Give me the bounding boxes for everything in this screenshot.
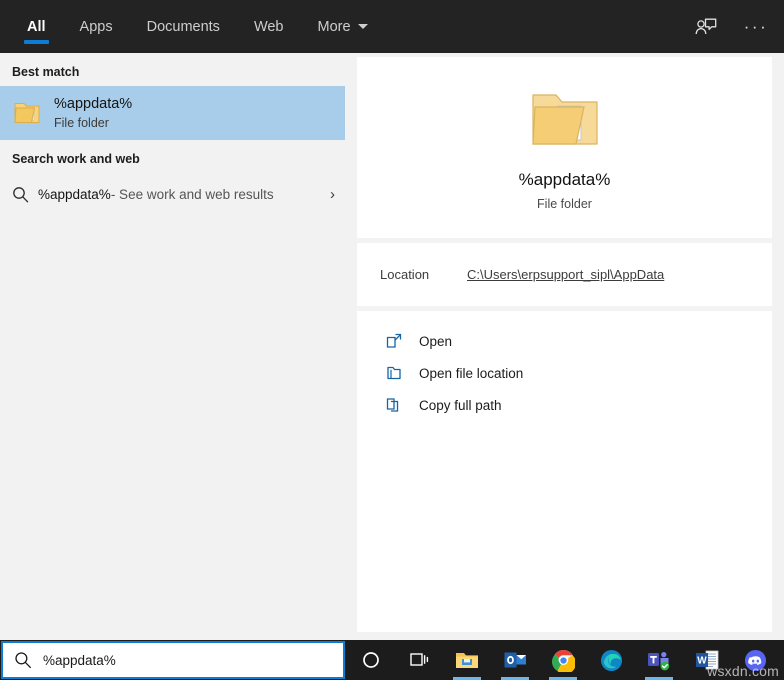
open-folder-icon [528,85,602,156]
discord-icon[interactable] [731,640,779,680]
results-pane: Best match %appdata% File folder Search … [0,53,345,640]
more-options-icon[interactable]: ··· [736,7,776,47]
folder-open-icon [385,364,419,382]
preview-pane: %appdata% File folder Location C:\Users\… [357,57,772,632]
edge-icon[interactable] [587,640,635,680]
tab-apps[interactable]: Apps [63,0,130,53]
action-copy-full-path-label: Copy full path [419,398,502,413]
chevron-down-icon [358,24,368,29]
folder-icon [8,99,48,127]
best-match-title: %appdata% [54,95,132,114]
search-tabbar: All Apps Documents Web More [0,0,784,53]
taskbar-search-box[interactable]: %appdata% [1,641,345,679]
tab-documents-label: Documents [147,19,220,35]
task-view-icon[interactable] [395,640,443,680]
tab-more[interactable]: More [301,0,385,53]
search-icon [3,651,43,669]
location-label: Location [357,267,467,282]
tabbar-actions: ··· [686,0,776,53]
chrome-icon[interactable] [539,640,587,680]
taskbar-icons: W [347,640,784,680]
best-match-header: Best match [0,53,345,86]
tab-documents[interactable]: Documents [130,0,237,53]
action-copy-full-path[interactable]: Copy full path [357,389,772,421]
action-open-label: Open [419,334,452,349]
outlook-icon[interactable] [491,640,539,680]
taskbar: %appdata% [0,640,784,680]
person-feedback-icon[interactable] [686,7,726,47]
best-match-result[interactable]: %appdata% File folder [0,86,345,140]
overflow-dots: ··· [744,24,768,30]
tab-all-label: All [27,19,46,35]
preview-kind: File folder [537,197,592,211]
copy-icon [385,396,419,414]
best-match-subtitle: File folder [54,115,132,132]
tab-all[interactable]: All [10,0,63,53]
preview-title: %appdata% [519,170,611,190]
file-explorer-icon[interactable] [443,640,491,680]
tab-list: All Apps Documents Web More [0,0,385,53]
cortana-icon[interactable] [347,640,395,680]
svg-text:W: W [697,656,707,667]
web-result-row[interactable]: %appdata% - See work and web results › [0,173,345,215]
tab-web-label: Web [254,19,284,35]
search-icon [12,186,38,203]
open-external-icon [385,332,419,350]
action-open-file-location-label: Open file location [419,366,523,381]
action-open-file-location[interactable]: Open file location [357,357,772,389]
tab-web[interactable]: Web [237,0,301,53]
tab-more-label: More [318,19,351,35]
word-icon[interactable]: W [683,640,731,680]
preview-hero: %appdata% File folder [357,57,772,238]
location-link[interactable]: C:\Users\erpsupport_sipl\AppData [467,267,664,282]
chevron-right-icon: › [330,186,335,203]
best-match-text: %appdata% File folder [54,95,132,132]
action-list: Open Open file location [357,311,772,421]
action-open[interactable]: Open [357,325,772,357]
web-search-header: Search work and web [0,140,345,173]
web-result-query: %appdata% [38,187,111,202]
search-flyout: All Apps Documents Web More [0,0,784,680]
web-result-suffix: - See work and web results [111,187,274,202]
location-row: Location C:\Users\erpsupport_sipl\AppDat… [357,243,772,306]
search-input-value: %appdata% [43,653,116,668]
teams-icon[interactable] [635,640,683,680]
tab-apps-label: Apps [80,19,113,35]
